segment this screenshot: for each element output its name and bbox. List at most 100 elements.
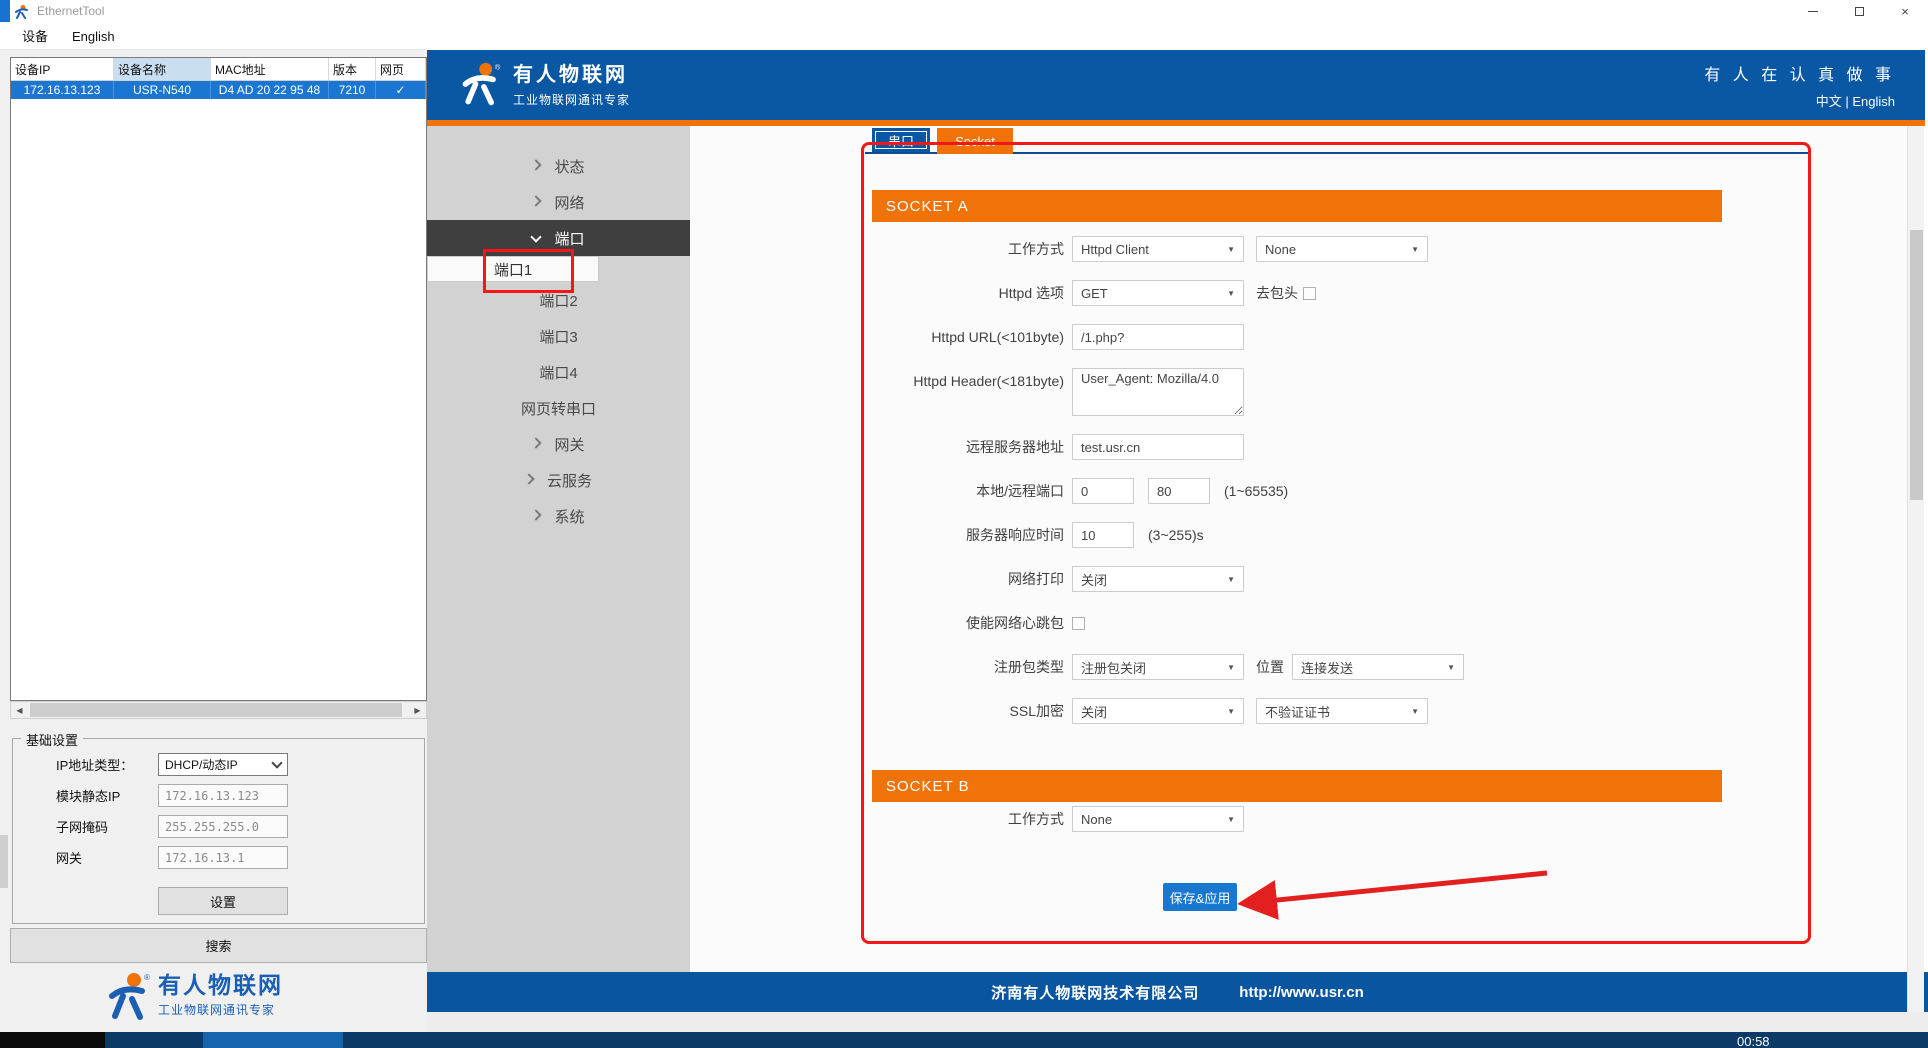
tab-Socket[interactable]: Socket	[937, 128, 1013, 154]
remote-server-input[interactable]	[1072, 434, 1244, 460]
lang-separator: |	[1845, 94, 1848, 109]
static-ip-field	[158, 784, 288, 807]
device-cell-3: 7210	[329, 81, 376, 99]
sidebar-item-端口[interactable]: 端口	[427, 220, 690, 256]
web-link-icon[interactable]: ✓	[376, 81, 426, 99]
form-row: 本地/远程端口 (1~65535)	[872, 478, 1872, 504]
heartbeat-checkbox[interactable]	[1072, 617, 1085, 630]
httpd-method-select[interactable]: GET▼	[1072, 280, 1244, 306]
sidebar-item-端口3[interactable]: 端口3	[427, 318, 690, 354]
form-row: 网络打印关闭▼	[872, 566, 1872, 592]
taskbar-app-indicator[interactable]	[203, 1032, 343, 1048]
local-port-input[interactable]	[1072, 478, 1134, 504]
minimize-button[interactable]	[1790, 0, 1836, 22]
column-header-0[interactable]: 设备IP	[11, 58, 114, 80]
subnet-mask-field	[158, 815, 288, 838]
sidebar-item-云服务[interactable]: 云服务	[427, 462, 690, 498]
page-scrollbar[interactable]	[1907, 126, 1924, 1012]
ssl-cert-select[interactable]: 不验证证书▼	[1256, 698, 1428, 724]
menu-item-0[interactable]: 设备	[10, 25, 60, 48]
windows-taskbar[interactable]: 00:58	[0, 1032, 1928, 1048]
basic-settings-title: 基础设置	[21, 730, 83, 749]
regpkt-position-select[interactable]: 连接发送▼	[1292, 654, 1464, 680]
socket-b-banner: SOCKET B	[872, 770, 1722, 802]
scroll-left-button[interactable]: ◀	[11, 702, 28, 718]
close-button[interactable]: ×	[1882, 0, 1928, 22]
device-cell-0: 172.16.13.123	[11, 81, 114, 99]
column-header-4[interactable]: 网页	[376, 58, 426, 80]
maximize-button[interactable]	[1836, 0, 1882, 22]
sidebar-item-端口4[interactable]: 端口4	[427, 354, 690, 390]
strip-header-checkbox-label: 去包头	[1256, 283, 1298, 303]
footer-company: 济南有人物联网技术有限公司	[991, 982, 1199, 1003]
socketa-workmode-select-value: Httpd Client	[1081, 242, 1227, 257]
usr-logo-header: ®	[461, 61, 503, 109]
regpkt-position-label: 位置	[1256, 657, 1284, 677]
page-scrollbar-thumb[interactable]	[1910, 230, 1923, 500]
ssl-encrypt-select-value: 关闭	[1081, 702, 1227, 721]
form-row: Httpd URL(<101byte)	[872, 324, 1872, 350]
lang-zh-link[interactable]: 中文	[1816, 94, 1842, 109]
form-label: 注册包类型	[872, 654, 1064, 680]
form-row: Httpd 选项 GET▼ 去包头	[872, 280, 1872, 306]
set-button[interactable]: 设置	[158, 887, 288, 915]
panel-collapse-handle[interactable]	[0, 835, 8, 888]
sidebar-item-网络[interactable]: 网络	[427, 184, 690, 220]
tab-bar: 串口 Socket	[865, 128, 1811, 154]
web-content: 串口Socket SOCKET A 工作方式Httpd Client▼None▼…	[690, 126, 1907, 972]
response-time-input[interactable]	[1072, 522, 1134, 548]
sidebar-item-端口1[interactable]: 端口1	[427, 256, 599, 282]
chevron-right-icon	[531, 195, 542, 206]
device-row[interactable]: 172.16.13.123USR-N540D4 AD 20 22 95 4872…	[11, 81, 426, 99]
footer-url[interactable]: http://www.usr.cn	[1239, 984, 1363, 1001]
httpd-url-input[interactable]	[1072, 324, 1244, 350]
sidebar-item-label: 网页转串口	[521, 398, 596, 419]
form-label: 本地/远程端口	[872, 478, 1064, 504]
hscroll-track[interactable]	[28, 702, 409, 718]
form-label: Httpd URL(<101byte)	[872, 324, 1064, 350]
sidebar-item-状态[interactable]: 状态	[427, 148, 690, 184]
form-label: Httpd 选项	[872, 280, 1064, 306]
net-print-select[interactable]: 关闭▼	[1072, 566, 1244, 592]
socketa-protocol-select[interactable]: None▼	[1256, 236, 1428, 262]
hscroll-thumb[interactable]	[30, 703, 402, 717]
save-apply-button[interactable]: 保存&应用	[1163, 883, 1237, 911]
ip-type-select[interactable]: DHCP/动态IP	[158, 753, 288, 776]
socketa-workmode-select[interactable]: Httpd Client▼	[1072, 236, 1244, 262]
chevron-right-icon	[531, 509, 542, 520]
socketb-workmode-select[interactable]: None▼	[1072, 806, 1244, 832]
tab-串口[interactable]: 串口	[872, 128, 930, 152]
column-header-1[interactable]: 设备名称	[114, 58, 211, 80]
remote-port-input[interactable]	[1148, 478, 1210, 504]
scroll-right-button[interactable]: ▶	[409, 702, 426, 718]
ssl-encrypt-select[interactable]: 关闭▼	[1072, 698, 1244, 724]
lang-en-link[interactable]: English	[1852, 94, 1895, 109]
web-brand-slogan: 工业物联网通讯专家	[513, 91, 630, 108]
httpd-header-textarea[interactable]	[1072, 368, 1244, 416]
column-header-3[interactable]: 版本	[329, 58, 376, 80]
socket-a-banner: SOCKET A	[872, 190, 1722, 222]
sidebar-item-网关[interactable]: 网关	[427, 426, 690, 462]
sidebar-item-端口2[interactable]: 端口2	[427, 282, 690, 318]
column-header-2[interactable]: MAC地址	[211, 58, 329, 80]
dropdown-arrow-icon: ▼	[1227, 245, 1235, 254]
gateway-field	[158, 846, 288, 869]
strip-header-checkbox[interactable]	[1303, 287, 1316, 300]
device-list-hscrollbar[interactable]: ◀ ▶	[10, 701, 427, 719]
httpd-method-select-value: GET	[1081, 286, 1227, 301]
strip-header-checkbox-group: 去包头	[1256, 283, 1316, 303]
dropdown-arrow-icon: ▼	[1447, 663, 1455, 672]
regpkt-type-select[interactable]: 注册包关闭▼	[1072, 654, 1244, 680]
device-list-header: 设备IP设备名称MAC地址版本网页	[11, 58, 426, 81]
sidebar-item-label: 端口4	[539, 362, 577, 383]
window-titlebar: EthernetTool ×	[0, 0, 1928, 22]
sidebar-item-网页转串口[interactable]: 网页转串口	[427, 390, 690, 426]
form-row: 远程服务器地址	[872, 434, 1872, 460]
regpkt-type-select-value: 注册包关闭	[1081, 658, 1227, 677]
taskbar-start-area[interactable]	[0, 1032, 105, 1048]
search-button[interactable]: 搜索	[10, 928, 427, 963]
menu-item-1[interactable]: English	[60, 25, 127, 48]
sidebar-item-系统[interactable]: 系统	[427, 498, 690, 534]
sidebar-item-label: 端口1	[494, 259, 532, 280]
port-range-hint: (1~65535)	[1224, 483, 1288, 499]
